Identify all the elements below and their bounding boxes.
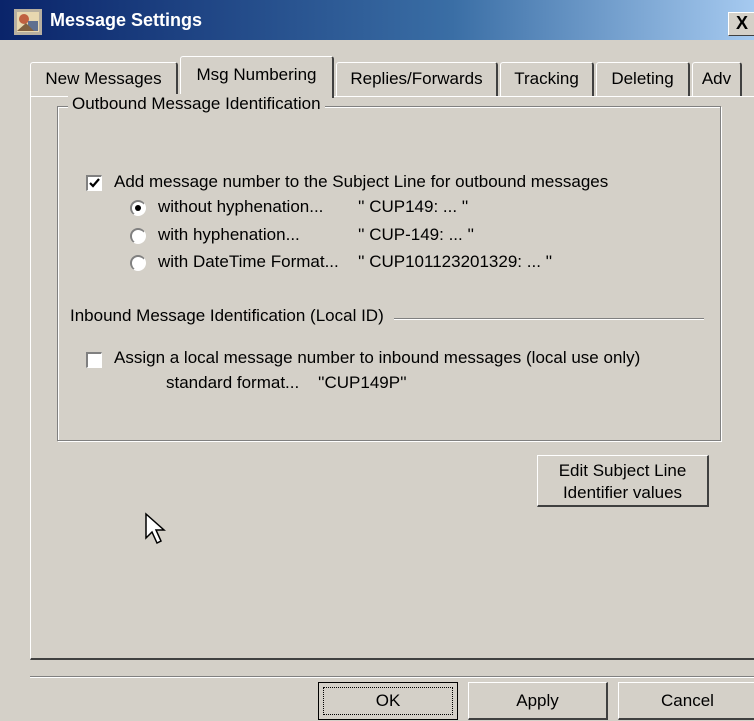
edit-button-line-2: Identifier values bbox=[562, 483, 683, 502]
cancel-button[interactable]: Cancel bbox=[618, 682, 754, 720]
radio-without-hyphenation[interactable] bbox=[130, 200, 146, 216]
add-number-checkbox[interactable] bbox=[86, 175, 102, 191]
assign-local-label: Assign a local message number to inbound… bbox=[114, 348, 641, 367]
option-with-hyphenation-label: with hyphenation... bbox=[158, 225, 300, 244]
title-bar[interactable]: Message Settings X bbox=[0, 0, 754, 40]
tab-replies-forwards[interactable]: Replies/Forwards bbox=[336, 62, 498, 96]
close-icon: X bbox=[735, 13, 748, 33]
standard-format-label: standard format... bbox=[166, 373, 300, 392]
tab-tracking[interactable]: Tracking bbox=[500, 62, 594, 96]
window-title: Message Settings bbox=[50, 10, 203, 30]
focus-rectangle bbox=[323, 687, 453, 715]
option-without-hyphenation-label: without hyphenation... bbox=[158, 197, 324, 216]
tab-label: Deleting bbox=[611, 69, 674, 88]
tab-label: Tracking bbox=[514, 69, 579, 88]
message-settings-window: Message Settings X New Messages Msg Numb… bbox=[0, 0, 754, 721]
cancel-button-label: Cancel bbox=[661, 691, 714, 710]
option-datetime-example: '' CUP101123201329: ... '' bbox=[358, 252, 553, 271]
bottom-separator bbox=[30, 676, 754, 678]
apply-button-label: Apply bbox=[516, 691, 559, 710]
apply-button[interactable]: Apply bbox=[468, 682, 608, 720]
tab-label: Msg Numbering bbox=[196, 65, 317, 84]
option-without-hyphenation-example: '' CUP149: ... '' bbox=[358, 197, 469, 216]
mouse-pointer-icon bbox=[145, 512, 166, 545]
radio-with-hyphenation[interactable] bbox=[130, 228, 146, 244]
tab-new-messages[interactable]: New Messages bbox=[30, 62, 178, 96]
tab-adv[interactable]: Adv bbox=[692, 62, 742, 96]
radio-selected-dot bbox=[135, 205, 141, 211]
option-with-hyphenation-example: '' CUP-149: ... '' bbox=[358, 225, 474, 244]
inbound-section-label: Inbound Message Identification (Local ID… bbox=[70, 306, 394, 326]
tab-label: Adv bbox=[701, 69, 732, 88]
radio-datetime-format[interactable] bbox=[130, 255, 146, 271]
tab-label: New Messages bbox=[45, 69, 162, 88]
tab-msg-numbering[interactable]: Msg Numbering bbox=[180, 56, 334, 98]
outbound-group-label: Outbound Message Identification bbox=[68, 94, 325, 114]
add-number-label: Add message number to the Subject Line f… bbox=[114, 172, 609, 191]
edit-button-line-1: Edit Subject Line bbox=[558, 461, 687, 480]
assign-local-checkbox[interactable] bbox=[86, 352, 102, 368]
standard-format-example: ''CUP149P'' bbox=[318, 373, 407, 392]
app-icon bbox=[14, 9, 42, 35]
tab-label: Replies/Forwards bbox=[350, 69, 483, 88]
close-button[interactable]: X bbox=[728, 12, 754, 36]
option-datetime-label: with DateTime Format... bbox=[158, 252, 339, 271]
tab-deleting[interactable]: Deleting bbox=[596, 62, 690, 96]
ok-button[interactable]: OK bbox=[318, 682, 458, 720]
edit-subject-identifier-button[interactable]: Edit Subject Line Identifier values bbox=[537, 455, 709, 507]
checkmark-icon bbox=[89, 178, 100, 188]
